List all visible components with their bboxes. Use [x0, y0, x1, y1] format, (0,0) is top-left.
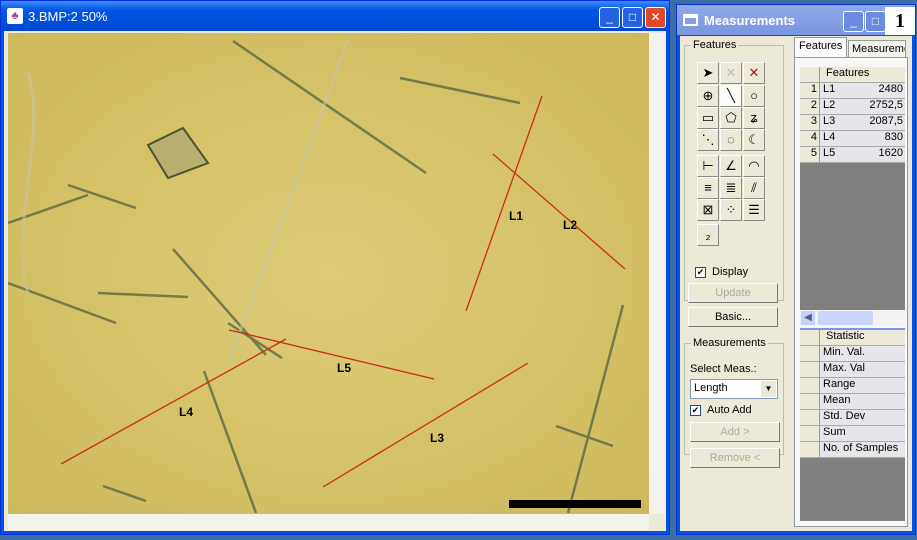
statistic-row: Std. Dev — [800, 410, 905, 426]
statistic-row: Min. Val. — [800, 346, 905, 362]
protractor-icon[interactable]: ◠ — [743, 155, 765, 177]
dotted-line-icon[interactable]: ⋱ — [697, 129, 719, 151]
statistic-row: Mean — [800, 394, 905, 410]
feature-row[interactable]: 2 L2 2752,5 — [800, 99, 905, 115]
remove-button[interactable]: Remove < — [690, 448, 780, 468]
delete-disabled-icon[interactable]: ✕ — [720, 62, 742, 84]
freehand-icon[interactable]: ʑ — [743, 107, 765, 129]
statistic-label: Min. Val. — [823, 346, 865, 358]
features-grid: Features 1 L1 2480 2 L2 2752,5 3 L3 2087,5 4 L4 830… — [800, 67, 905, 310]
feature-name: L4 — [823, 131, 836, 143]
chevron-down-icon: ▼ — [761, 381, 776, 397]
grid-horizontal-scrollbar[interactable]: ◀ — [800, 310, 905, 326]
window-title: 3.BMP:2 50% — [28, 8, 108, 24]
micrograph-image[interactable]: L1 L2 L3 L4 L5 — [8, 33, 649, 514]
grid-icon[interactable]: ⊠ — [697, 199, 719, 221]
feature-name: L5 — [823, 147, 836, 159]
badge: 1 — [885, 7, 915, 35]
label-l4: L4 — [179, 405, 193, 419]
row-number: 4 — [800, 131, 820, 146]
scroll-left-icon[interactable]: ◀ — [801, 311, 815, 325]
statistic-row: Sum — [800, 426, 905, 442]
label-l5: L5 — [337, 361, 351, 375]
distance-icon[interactable]: ⊢ — [697, 155, 719, 177]
app-icon: ♣ — [7, 8, 23, 24]
minimize-button[interactable]: _ — [599, 7, 620, 28]
row-number: 3 — [800, 115, 820, 130]
minimize-button[interactable]: _ — [843, 11, 864, 32]
basic-button[interactable]: Basic... — [688, 307, 778, 327]
select-meas-dropdown[interactable]: Length ▼ — [690, 379, 778, 399]
horizontal-scrollbar[interactable] — [8, 514, 649, 530]
scroll-thumb[interactable] — [818, 311, 873, 325]
feature-name: L2 — [823, 99, 836, 111]
row-number: 1 — [800, 83, 820, 98]
update-button[interactable]: Update — [688, 283, 778, 303]
feature-value: 2752,5 — [869, 99, 903, 111]
pointer-icon[interactable]: ➤ — [697, 62, 719, 84]
label-l3: L3 — [430, 431, 444, 445]
image-window: ♣ 3.BMP:2 50% _ □ ✕ L1 L2 L3 L4 L5 — [0, 0, 670, 535]
maximize-button[interactable]: □ — [865, 11, 886, 32]
feature-row[interactable]: 1 L1 2480 — [800, 83, 905, 99]
feature-name: L1 — [823, 83, 836, 95]
polygon-icon[interactable]: ⬠ — [720, 107, 742, 129]
feature-name: L3 — [823, 115, 836, 127]
delete-icon[interactable]: ✕ — [743, 62, 765, 84]
dotted-circle-icon[interactable]: ◌ — [720, 129, 742, 151]
feature-row[interactable]: 3 L3 2087,5 — [800, 115, 905, 131]
vertical-scrollbar[interactable] — [649, 33, 665, 514]
feature-value: 830 — [884, 131, 903, 143]
feature-value: 1620 — [878, 147, 903, 159]
label-l1: L1 — [509, 209, 523, 223]
feature-row[interactable]: 5 L5 1620 — [800, 147, 905, 163]
statistic-label: Mean — [823, 394, 851, 406]
tab-measurements[interactable]: Measureme — [848, 40, 906, 58]
statistic-label: Std. Dev — [823, 410, 866, 422]
row-number: 2 — [800, 99, 820, 114]
crosshair-icon[interactable]: ⊕ — [697, 85, 719, 107]
parallel-icon[interactable]: ⫽ — [743, 177, 765, 199]
list-icon[interactable]: ☰ — [743, 199, 765, 221]
line-icon[interactable]: ╲ — [720, 85, 742, 107]
statistic-row: Max. Val — [800, 362, 905, 378]
statistics-grid: Statistic Min. Val. Max. Val Range Mean Std.… — [800, 328, 905, 521]
statistic-label: Range — [823, 378, 856, 390]
close-button[interactable]: ✕ — [645, 7, 666, 28]
select-meas-label: Select Meas.: — [690, 363, 757, 375]
row-number: 5 — [800, 147, 820, 162]
window-title: Measurements — [704, 12, 796, 28]
label-l2: L2 — [563, 218, 577, 232]
add-button[interactable]: Add > — [690, 422, 780, 442]
statistic-row: Range — [800, 378, 905, 394]
features-group: Features ➤ ✕ ✕ ⊕ ╲ ○ ▭ ⬠ ʑ ⋱ ◌ ☾ ⊢ ∠ ◠ ≡ ≣ ⫽ ⊠ ⁘ ☰ ₂ ✔ Displa… — [684, 39, 784, 301]
feature-value: 2480 — [878, 83, 903, 95]
numbering-icon[interactable]: ₂ — [697, 224, 719, 246]
auto-add-checkbox[interactable]: ✔ Auto Add — [690, 404, 752, 416]
statistic-label: Sum — [823, 426, 846, 438]
tab-features[interactable]: Features — [794, 37, 848, 57]
circle-icon[interactable]: ○ — [743, 85, 765, 107]
window-icon — [683, 14, 698, 26]
statistic-label: Max. Val — [823, 362, 865, 374]
measurements-window: Measurements _ □ 1 Features ➤ ✕ ✕ ⊕ ╲ ○ ▭ ⬠ ʑ ⋱ ◌ ☾… — [676, 4, 916, 535]
display-checkbox[interactable]: ✔ Display — [695, 266, 748, 278]
scale-bar — [509, 500, 641, 508]
maximize-button[interactable]: □ — [622, 7, 643, 28]
statistic-row: No. of Samples — [800, 442, 905, 458]
multi-line-icon[interactable]: ≣ — [720, 177, 742, 199]
image-window-titlebar[interactable]: ♣ 3.BMP:2 50% — [1, 1, 669, 31]
caliper-icon[interactable]: ≡ — [697, 177, 719, 199]
particles-icon[interactable]: ⁘ — [720, 199, 742, 221]
arc-icon[interactable]: ☾ — [743, 129, 765, 151]
feature-row[interactable]: 4 L4 830 — [800, 131, 905, 147]
rectangle-icon[interactable]: ▭ — [697, 107, 719, 129]
measurements-group: Measurements Select Meas.: Length ▼ ✔ Au… — [684, 337, 784, 468]
statistic-label: No. of Samples — [823, 442, 899, 454]
angle-icon[interactable]: ∠ — [720, 155, 742, 177]
feature-value: 2087,5 — [869, 115, 903, 127]
